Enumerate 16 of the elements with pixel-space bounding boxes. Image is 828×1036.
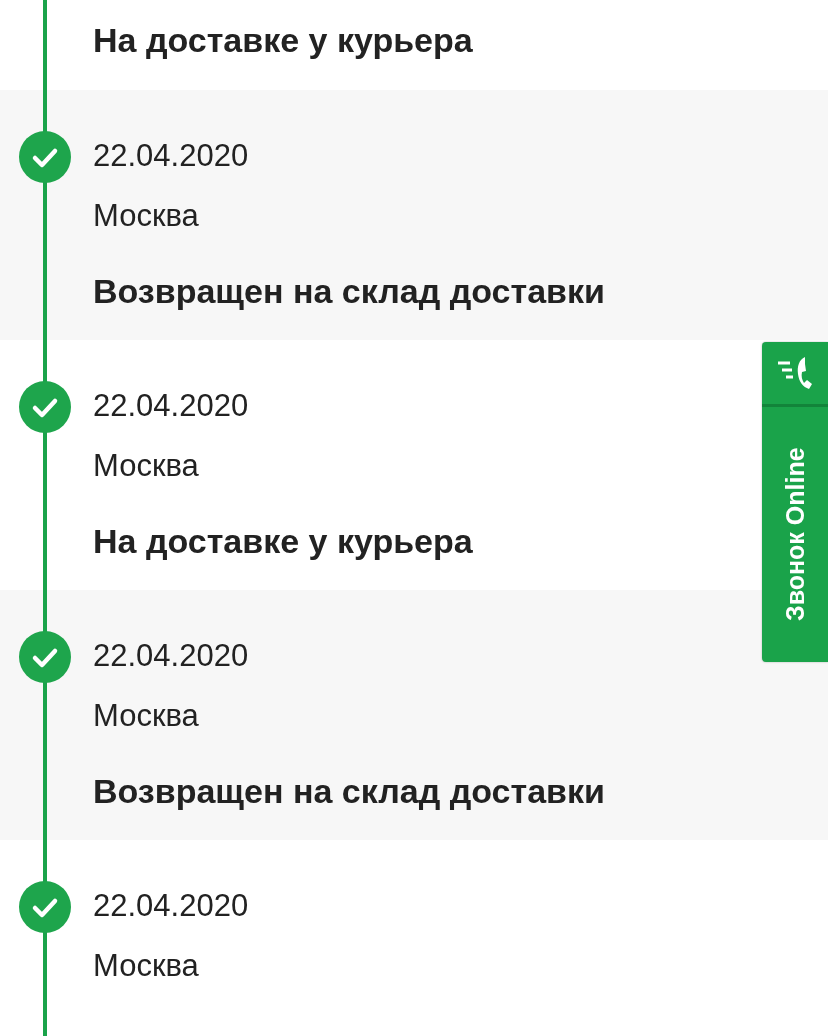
event-date: 22.04.2020 bbox=[93, 638, 250, 674]
check-icon bbox=[19, 131, 71, 183]
event-status: Возвращен на склад доставки bbox=[93, 771, 606, 811]
check-icon bbox=[19, 381, 71, 433]
call-label: Звонок Online bbox=[780, 446, 810, 624]
check-icon bbox=[19, 631, 71, 683]
event-date: 22.04.2020 bbox=[93, 388, 250, 424]
check-icon bbox=[19, 881, 71, 933]
event-status: На доставке у курьера bbox=[93, 20, 474, 60]
event-city: Москва bbox=[93, 948, 200, 984]
event-date: 22.04.2020 bbox=[93, 138, 250, 174]
event-city: Москва bbox=[93, 198, 200, 234]
event-city: Москва bbox=[93, 698, 200, 734]
event-date: 22.04.2020 bbox=[93, 888, 250, 924]
event-status: Возвращен на склад доставки bbox=[93, 271, 606, 311]
call-widget[interactable]: Звонок Online bbox=[762, 342, 828, 662]
